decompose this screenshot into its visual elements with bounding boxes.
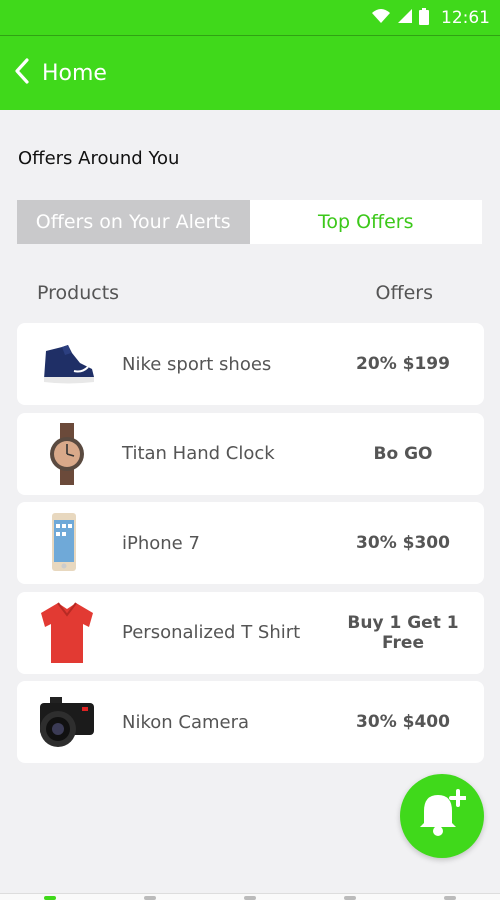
bell-plus-icon (418, 789, 467, 843)
app-bar: Home (0, 36, 500, 110)
status-time: 12:61 (441, 8, 490, 28)
tab-offers-on-alerts[interactable]: Offers on Your Alerts (17, 200, 250, 244)
tshirt-icon (17, 592, 107, 674)
product-offer: 30% $300 (356, 533, 450, 553)
tab-bar: Offers on Your Alerts Top Offers (17, 200, 482, 244)
nav-item-2[interactable] (144, 896, 156, 900)
product-offer: 20% $199 (356, 354, 450, 374)
nav-item-home[interactable] (44, 896, 56, 900)
column-header-offers: Offers (375, 282, 433, 304)
battery-icon (419, 7, 429, 29)
list-item[interactable]: Nike sport shoes 20% $199 (17, 323, 484, 405)
wifi-icon (371, 8, 391, 28)
phone-icon (17, 502, 107, 584)
nav-item-5[interactable] (444, 896, 456, 900)
add-alert-button[interactable] (400, 774, 484, 858)
product-name: Titan Hand Clock (122, 443, 275, 464)
product-offer: Buy 1 Get 1 Free (347, 612, 459, 653)
product-name: Personalized T Shirt (122, 622, 301, 643)
product-name: iPhone 7 (122, 532, 200, 554)
bottom-navigation (0, 893, 500, 900)
section-title: Offers Around You (18, 148, 180, 169)
list-item[interactable]: Titan Hand Clock Bo GO (17, 412, 484, 495)
product-list: Nike sport shoes 20% $199 Titan Hand Clo… (17, 323, 484, 771)
status-bar: 12:61 (0, 0, 500, 36)
list-item[interactable]: Nikon Camera 30% $400 (17, 681, 484, 763)
list-item[interactable]: iPhone 7 30% $300 (17, 502, 484, 584)
nav-item-4[interactable] (344, 896, 356, 900)
app-bar-title: Home (42, 60, 107, 86)
column-header-products: Products (37, 282, 120, 304)
chevron-left-icon (14, 58, 30, 88)
nav-item-3[interactable] (244, 896, 256, 900)
product-name: Nikon Camera (122, 711, 250, 733)
camera-icon (17, 681, 107, 763)
product-name: Nike sport shoes (122, 353, 272, 375)
tab-top-offers[interactable]: Top Offers (249, 200, 482, 244)
back-button[interactable]: Home (14, 58, 107, 88)
signal-icon (397, 8, 413, 28)
product-offer: Bo GO (373, 443, 433, 464)
watch-icon (17, 413, 107, 495)
shoe-icon (17, 323, 107, 405)
product-offer: 30% $400 (356, 712, 450, 732)
column-headers: Products Offers (37, 282, 433, 304)
list-item[interactable]: Personalized T Shirt Buy 1 Get 1 Free (17, 591, 484, 674)
